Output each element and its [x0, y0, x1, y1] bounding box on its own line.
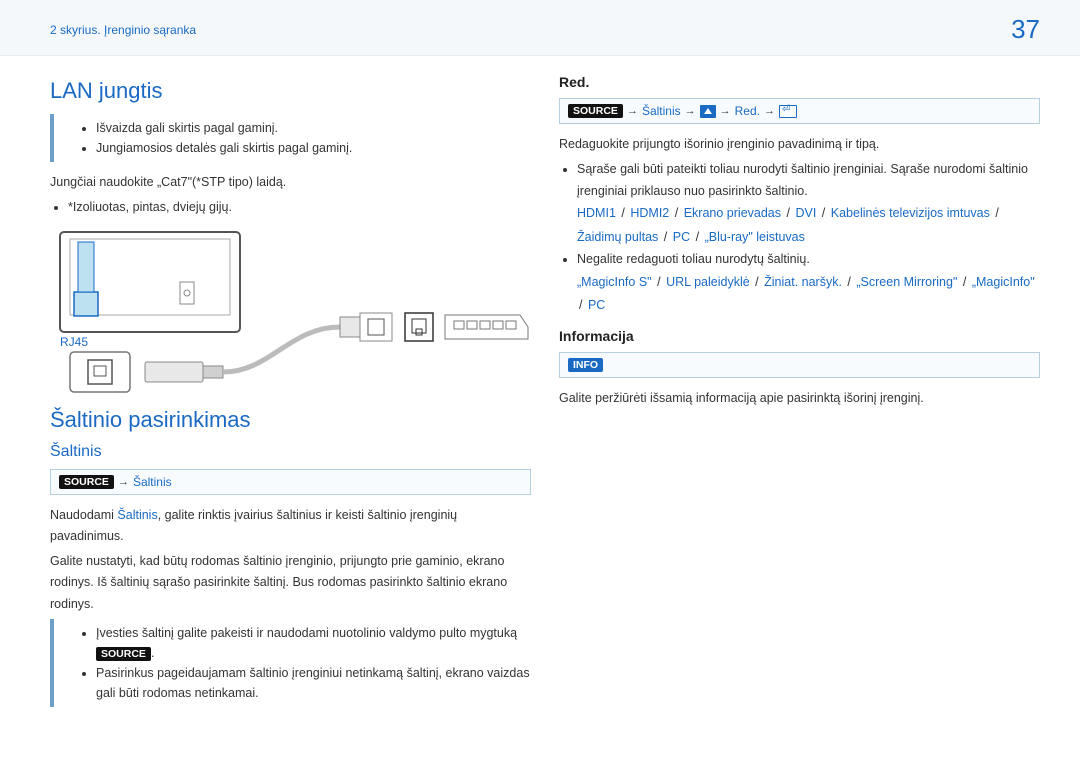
edit-paragraph: Redaguokite prijungto išorinio įrenginio… — [559, 134, 1040, 155]
source-option: „MagicInfo S" — [577, 275, 652, 289]
text: Negalite redaguoti toliau nurodytų šalti… — [577, 252, 810, 266]
nav-path-source: SOURCE → Šaltinis — [50, 469, 531, 495]
heading-edit: Red. — [559, 74, 1040, 90]
arrow-icon: → — [720, 105, 731, 117]
note-item: Įvesties šaltinį galite pakeisti ir naud… — [96, 623, 531, 663]
enter-icon — [779, 105, 797, 118]
cable-sub: *Izoliuotas, pintas, dviejų gijų. — [68, 197, 531, 218]
source-option: URL paleidyklė — [666, 275, 750, 289]
nav-path-edit: SOURCE → Šaltinis → → Red. → — [559, 98, 1040, 124]
source-option: PC — [588, 298, 605, 312]
source-option: „Screen Mirroring" — [856, 275, 957, 289]
page-content: LAN jungtis Išvaizda gali skirtis pagal … — [0, 56, 1080, 737]
note-block-source: Įvesties šaltinį galite pakeisti ir naud… — [50, 619, 531, 707]
note-block-lan: Išvaizda gali skirtis pagal gaminį. Jung… — [50, 114, 531, 162]
source-term: Šaltinis — [117, 508, 157, 522]
source-button-tag: SOURCE — [568, 104, 623, 118]
heading-source-selection: Šaltinio pasirinkimas — [50, 407, 531, 433]
arrow-icon: → — [764, 105, 775, 117]
text: Įvesties šaltinį galite pakeisti ir naud… — [96, 626, 517, 640]
page-header: 2 skyrius. Įrenginio sąranka 37 — [0, 0, 1080, 56]
arrow-icon: → — [118, 476, 129, 488]
text: . — [151, 646, 154, 660]
lan-diagram: RJ45 — [50, 227, 530, 397]
heading-info: Informacija — [559, 328, 1040, 344]
note-item: Jungiamosios detalės gali skirtis pagal … — [96, 138, 531, 158]
source-option: „MagicInfo" — [972, 275, 1035, 289]
source-option: Žaidimų pultas — [577, 230, 658, 244]
path-item: Šaltinis — [133, 475, 172, 489]
subheading-source: Šaltinis — [50, 443, 531, 461]
arrow-icon: → — [627, 105, 638, 117]
lan-diagram-svg — [50, 227, 530, 397]
page-number: 37 — [1011, 14, 1040, 45]
right-column: Red. SOURCE → Šaltinis → → Red. → Redagu… — [559, 74, 1040, 717]
text: Sąraše gali būti pateikti toliau nurodyt… — [577, 162, 1028, 197]
info-button-tag: INFO — [568, 358, 603, 372]
path-item: Šaltinis — [642, 104, 681, 118]
source-option: Ekrano prievadas — [684, 206, 781, 220]
list-item: Negalite redaguoti toliau nurodytų šalti… — [577, 249, 1040, 318]
arrow-icon: → — [685, 105, 696, 117]
source-option: HDMI1 — [577, 206, 616, 220]
source-paragraph-1: Naudodami Šaltinis, galite rinktis įvair… — [50, 505, 531, 548]
locked-sources-line: „MagicInfo S" / URL paleidyklė / Žiniat.… — [577, 271, 1040, 319]
heading-lan: LAN jungtis — [50, 78, 531, 104]
source-option: HDMI2 — [630, 206, 669, 220]
source-option: DVI — [795, 206, 816, 220]
source-option: PC — [673, 230, 690, 244]
cable-instruction: Jungčiai naudokite „Cat7"(*STP tipo) lai… — [50, 172, 531, 193]
chapter-label: 2 skyrius. Įrenginio sąranka — [50, 23, 196, 37]
source-paragraph-2: Galite nustatyti, kad būtų rodomas šalti… — [50, 551, 531, 615]
source-option: „Blu-ray" leistuvas — [705, 230, 805, 244]
path-item: Red. — [735, 104, 760, 118]
note-item: Pasirinkus pageidaujamam šaltinio įrengi… — [96, 663, 531, 703]
source-option: Kabelinės televizijos imtuvas — [831, 206, 990, 220]
info-paragraph: Galite peržiūrėti išsamią informaciją ap… — [559, 388, 1040, 409]
source-option: Žiniat. naršyk. — [764, 275, 842, 289]
list-item: Sąraše gali būti pateikti toliau nurodyt… — [577, 159, 1040, 249]
nav-path-info: INFO — [559, 352, 1040, 378]
editable-sources-line: HDMI1 / HDMI2 / Ekrano prievadas / DVI /… — [577, 202, 1040, 250]
up-nav-icon — [700, 105, 716, 118]
rj45-label: RJ45 — [60, 335, 88, 349]
text: Naudodami — [50, 508, 117, 522]
source-button-tag: SOURCE — [59, 475, 114, 489]
source-button-tag: SOURCE — [96, 647, 151, 661]
left-column: LAN jungtis Išvaizda gali skirtis pagal … — [50, 74, 531, 717]
note-item: Išvaizda gali skirtis pagal gaminį. — [96, 118, 531, 138]
